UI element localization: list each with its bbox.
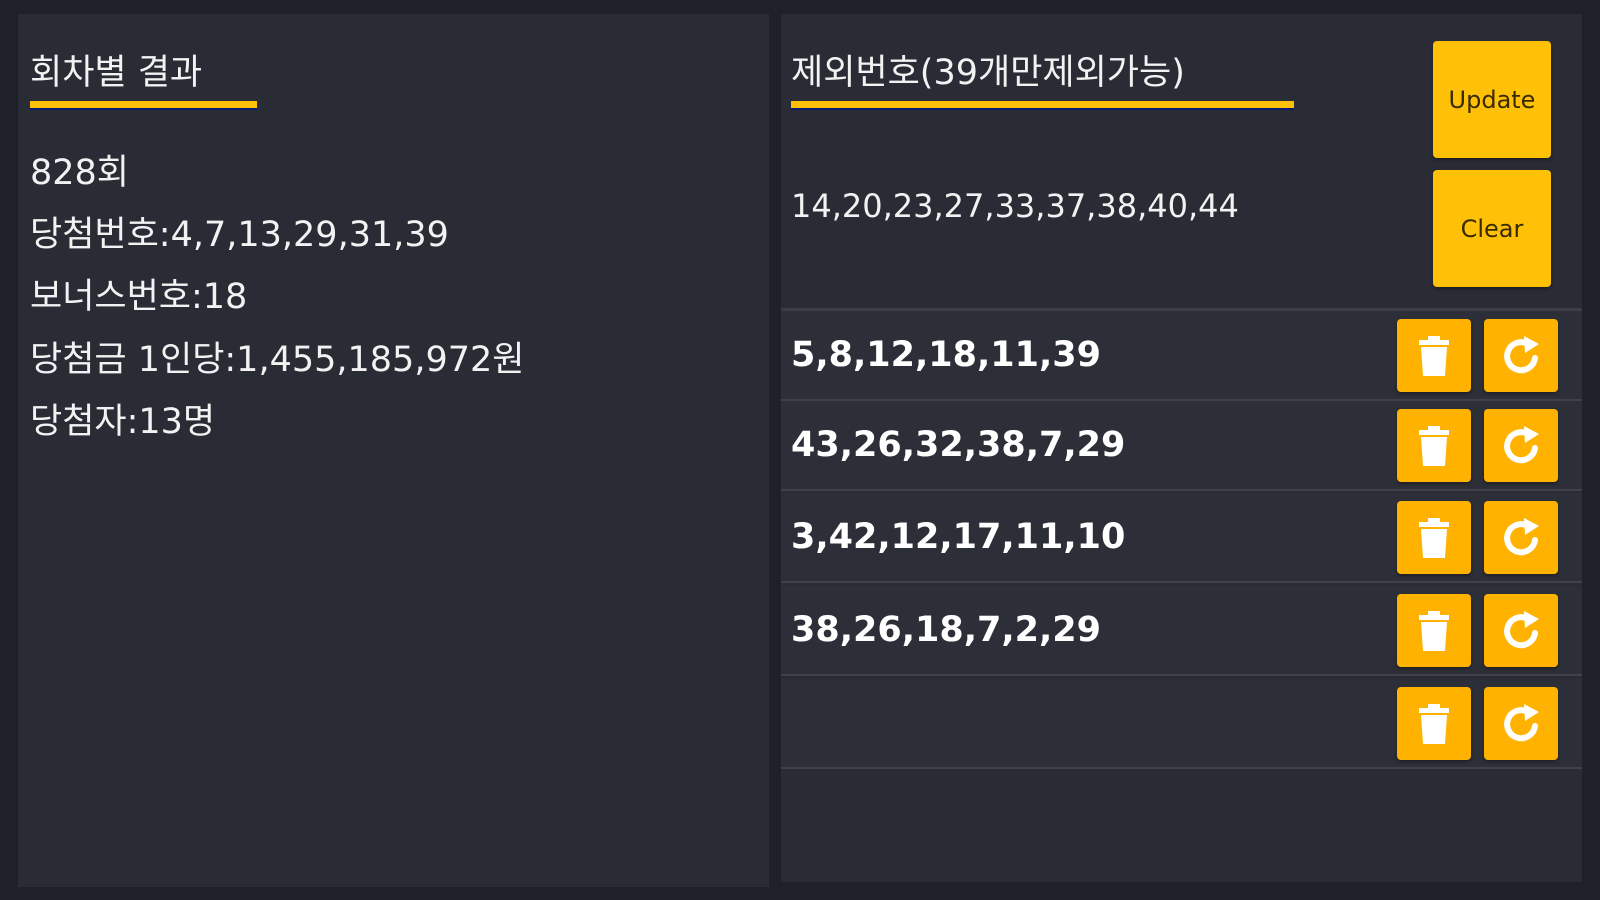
trash-icon (1419, 703, 1449, 744)
regenerate-button[interactable] (1484, 409, 1558, 482)
trash-icon (1419, 610, 1449, 651)
number-row (781, 679, 1582, 769)
exclusion-title: 제외번호(39개만제외가능) (791, 53, 1185, 93)
winning-numbers: 당첨번호:4,7,13,29,31,39 (30, 215, 449, 255)
refresh-icon (1504, 703, 1539, 741)
row-numbers: 5,8,12,18,11,39 (791, 335, 1102, 375)
row-numbers: 43,26,32,38,7,29 (791, 425, 1126, 465)
refresh-icon (1504, 610, 1539, 648)
results-panel (18, 14, 769, 887)
bonus-number: 보너스번호:18 (30, 277, 248, 317)
number-row: 5,8,12,18,11,39 (781, 311, 1582, 401)
delete-button[interactable] (1397, 409, 1471, 482)
number-row: 38,26,18,7,2,29 (781, 586, 1582, 676)
round-number: 828회 (30, 153, 130, 193)
row-numbers: 3,42,12,17,11,10 (791, 517, 1126, 557)
trash-icon (1419, 425, 1449, 466)
exclusion-title-underline (791, 101, 1294, 110)
results-title-underline (30, 101, 257, 110)
delete-button[interactable] (1397, 319, 1471, 392)
excluded-numbers: 14,20,23,27,33,37,38,40,44 (791, 187, 1239, 225)
row-numbers: 38,26,18,7,2,29 (791, 610, 1102, 650)
prize-per-winner: 당첨금 1인당:1,455,185,972원 (30, 340, 525, 380)
trash-icon (1419, 517, 1449, 558)
delete-button[interactable] (1397, 501, 1471, 574)
refresh-icon (1504, 335, 1539, 373)
delete-button[interactable] (1397, 687, 1471, 760)
update-button[interactable]: Update (1433, 41, 1551, 158)
results-title: 회차별 결과 (30, 53, 203, 93)
regenerate-button[interactable] (1484, 319, 1558, 392)
refresh-icon (1504, 425, 1539, 463)
clear-button[interactable]: Clear (1433, 170, 1551, 287)
number-row: 3,42,12,17,11,10 (781, 493, 1582, 583)
regenerate-button[interactable] (1484, 687, 1558, 760)
trash-icon (1419, 335, 1449, 376)
delete-button[interactable] (1397, 594, 1471, 667)
number-row: 43,26,32,38,7,29 (781, 401, 1582, 491)
winner-count: 당첨자:13명 (30, 402, 216, 442)
refresh-icon (1504, 517, 1539, 555)
regenerate-button[interactable] (1484, 594, 1558, 667)
regenerate-button[interactable] (1484, 501, 1558, 574)
